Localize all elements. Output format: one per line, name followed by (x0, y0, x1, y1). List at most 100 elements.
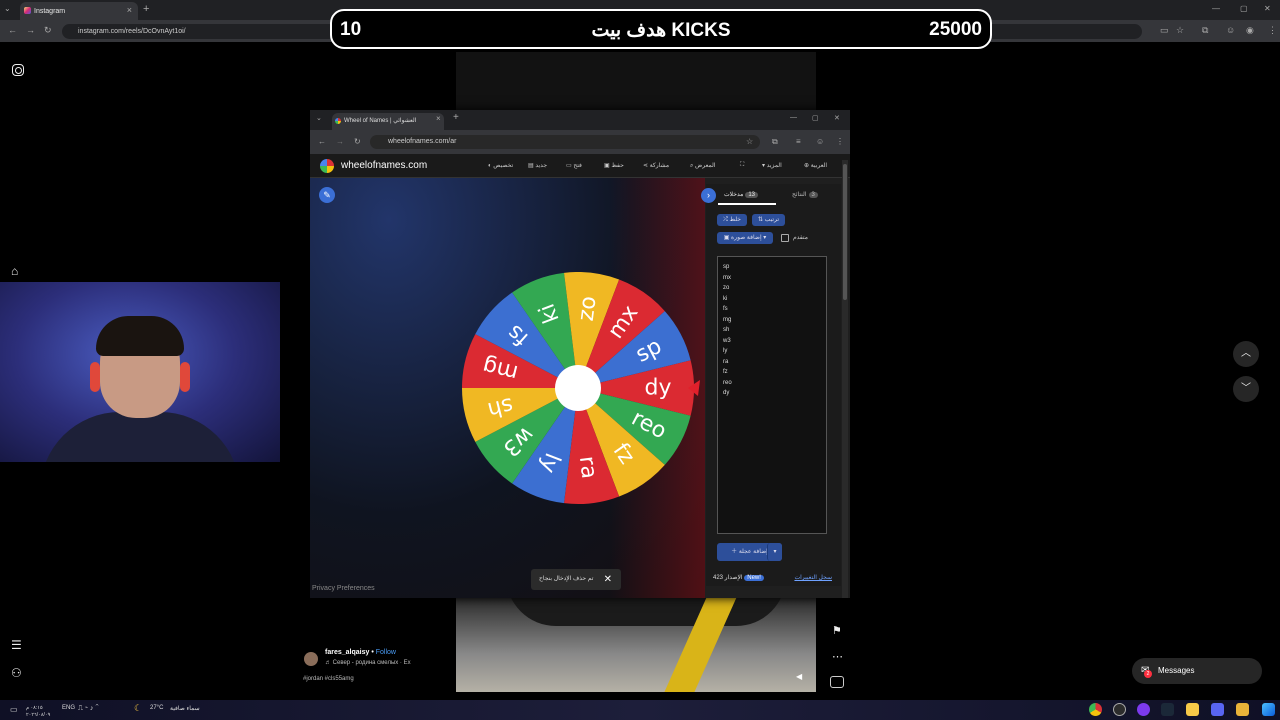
toast-close-icon[interactable]: ✕ (604, 569, 612, 590)
messages-button[interactable]: ✉ 2 Messages (1132, 658, 1262, 684)
bookmark-star-icon[interactable]: ☆ (1176, 25, 1184, 36)
inner-minimize-icon[interactable]: — (790, 114, 797, 121)
inner-reload-icon[interactable]: ↻ (354, 137, 361, 146)
tab-list-icon[interactable]: ⌄ (4, 4, 11, 13)
active-tab-underline (718, 203, 776, 205)
inner-media-icon[interactable]: ≡ (796, 137, 801, 146)
menu-gallery[interactable]: ⌕ المعرض (690, 162, 715, 170)
weather-temp[interactable]: 27°C (150, 705, 163, 711)
tab-results[interactable]: النتائج 3 (792, 191, 820, 198)
close-tab-icon[interactable]: × (127, 5, 132, 15)
reel-author[interactable]: fares_alqaisy • Follow (325, 649, 396, 656)
inner-extensions-icon[interactable]: ⧉ (772, 137, 778, 147)
site-logo-text[interactable]: wheelofnames.com (341, 160, 427, 171)
name-wheel[interactable]: dyreofzralyw3shmgfski zo mxsp (462, 272, 702, 512)
list-item: w3 (723, 337, 731, 344)
collapse-panel-button[interactable]: › (701, 188, 716, 203)
reel-video[interactable]: ◀ (456, 596, 816, 692)
inner-forward-icon[interactable]: → (336, 137, 344, 146)
results-count-badge: 3 (808, 192, 818, 198)
add-wheel-dropdown-icon[interactable]: ▾ (767, 543, 782, 561)
inner-bookmark-icon[interactable]: ☆ (746, 137, 753, 146)
reel-more-icon[interactable]: ⋯ (832, 650, 843, 663)
menu-icon[interactable]: ☰ (11, 638, 22, 652)
tray-icons[interactable]: ⎍ ⌁ ♪ ⌃ (78, 705, 99, 713)
app-taskbar-icon[interactable] (1137, 703, 1150, 716)
save-reel-icon[interactable]: ⚑ (832, 624, 842, 637)
also-from-meta-icon[interactable]: ⚇ (11, 666, 22, 680)
file-explorer-taskbar-icon[interactable] (1236, 703, 1249, 716)
inner-new-tab-icon[interactable]: + (453, 112, 459, 123)
entries-textarea[interactable]: sp mx zo ki fs mg sh w3 ly ra fz reo dy (717, 256, 827, 534)
language-indicator[interactable]: ENG (62, 705, 75, 711)
scrollbar-thumb[interactable] (843, 164, 847, 300)
notification-icon[interactable]: ▭ (10, 705, 18, 714)
clock[interactable]: ٠٨:١٥ م ٢٠٢٦/٠٨/٠٩ (26, 705, 50, 719)
weather-text[interactable]: سماء صافية (170, 705, 200, 712)
wheel-center-hub[interactable] (555, 365, 601, 411)
menu-open[interactable]: ▭ فتح (566, 162, 582, 169)
reel-video-top (456, 52, 816, 112)
avatar[interactable] (304, 652, 318, 666)
inner-more-icon[interactable]: ⋮ (836, 137, 844, 146)
inner-back-icon[interactable]: ← (318, 137, 326, 146)
reel-audio[interactable]: ♬ Север - родина смелых · Ex (325, 660, 411, 666)
stream-goal-banner: 10 هدف بيت KICKS 25000 (330, 9, 992, 49)
menu-more[interactable]: ▾ المزيد (762, 162, 782, 169)
cast-icon[interactable]: ▭ (1160, 25, 1169, 36)
menu-customize[interactable]: ◐ تخصيص (488, 162, 513, 169)
inner-url-field[interactable]: wheelofnames.com/ar (370, 135, 760, 149)
tab-entries[interactable]: مدخلات 13 (724, 191, 760, 198)
outer-tab-instagram[interactable]: Instagram × (20, 2, 138, 20)
menu-language[interactable]: ⊕ العربية (804, 162, 827, 169)
fullscreen-icon[interactable]: ⛶ (740, 162, 744, 169)
discord-taskbar-icon[interactable] (1211, 703, 1224, 716)
forward-icon[interactable]: → (26, 25, 35, 35)
account-icon[interactable]: ◉ (1246, 25, 1254, 36)
add-image-dropdown[interactable]: ▣ إضافة صورة ▾ (717, 232, 773, 244)
start-button-icon[interactable] (1262, 703, 1275, 716)
maximize-icon[interactable]: ▢ (1240, 4, 1248, 13)
inner-profile-icon[interactable]: ☺ (816, 137, 824, 146)
inner-close-window-icon[interactable]: ✕ (834, 114, 840, 122)
obs-taskbar-icon[interactable] (1113, 703, 1126, 716)
list-item: sh (723, 327, 730, 333)
chrome-taskbar-icon[interactable] (1089, 703, 1102, 716)
reel-hashtags[interactable]: #jordan #cls55amg (303, 676, 354, 682)
inner-close-tab-icon[interactable]: × (436, 114, 441, 123)
shuffle-button[interactable]: ⤮ خلط (717, 214, 747, 226)
more-menu-icon[interactable]: ⋮ (1268, 25, 1277, 36)
advanced-checkbox[interactable] (781, 234, 789, 242)
follow-button[interactable]: Follow (376, 649, 396, 656)
close-window-icon[interactable]: ✕ (1264, 4, 1271, 13)
sort-button[interactable]: ⇅ ترتيب (752, 214, 785, 226)
reel-username[interactable]: fares_alqaisy (325, 649, 369, 656)
app2-taskbar-icon[interactable] (1186, 703, 1199, 716)
streamer-hair (96, 316, 184, 356)
menu-save[interactable]: ▣ حفظ (604, 162, 624, 169)
back-icon[interactable]: ← (8, 25, 17, 35)
privacy-preferences-link[interactable]: Privacy Preferences (312, 585, 375, 592)
inner-maximize-icon[interactable]: ▢ (812, 114, 819, 122)
wheel-segment-label: zo (574, 295, 602, 323)
menu-share[interactable]: ⋖ مشاركة (643, 162, 669, 169)
wheel-logo-icon[interactable] (320, 159, 334, 173)
next-reel-icon[interactable]: ﹀ (1233, 376, 1259, 402)
changelog-link[interactable]: سجل التغييرات (794, 574, 832, 581)
profile-icon[interactable]: ☺ (1226, 25, 1235, 35)
menu-new[interactable]: ▤ جديد (528, 162, 547, 169)
inner-tab-list-icon[interactable]: ⌄ (316, 114, 322, 122)
audio-thumbnail-icon[interactable] (830, 676, 844, 688)
reload-icon[interactable]: ↻ (44, 25, 52, 36)
minimize-icon[interactable]: — (1212, 4, 1220, 13)
page-scrollbar[interactable] (842, 160, 848, 598)
edit-wheel-button[interactable]: ✎ (319, 187, 335, 203)
home-icon[interactable]: ⌂ (11, 264, 18, 278)
inner-tab-wheel[interactable]: Wheel of Names | العشوائي (332, 113, 444, 130)
new-tab-icon[interactable]: + (143, 3, 149, 15)
steam-taskbar-icon[interactable] (1161, 703, 1174, 716)
extensions-icon[interactable]: ⧉ (1202, 25, 1208, 36)
instagram-logo-icon[interactable] (12, 64, 24, 76)
previous-reel-icon[interactable]: ︿ (1233, 341, 1259, 367)
mute-icon[interactable]: ◀ (796, 672, 802, 681)
